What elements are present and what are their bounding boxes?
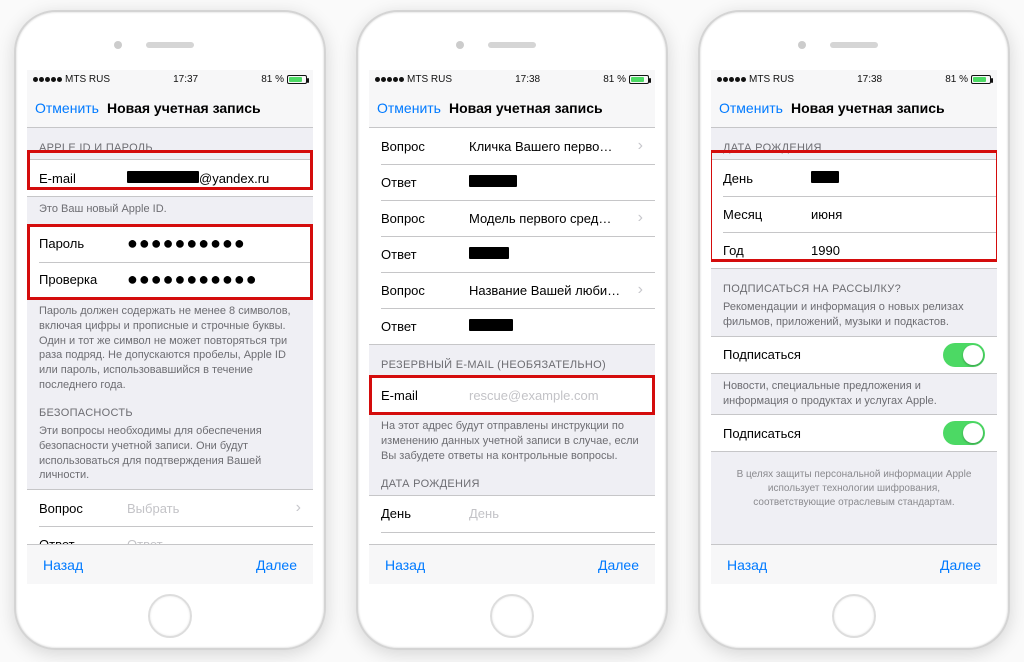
- email-note: Это Ваш новый Apple ID.: [27, 197, 313, 217]
- cancel-button[interactable]: Отменить: [35, 100, 99, 116]
- next-button[interactable]: Далее: [940, 557, 981, 573]
- privacy-note: В целях защиты персональной информации A…: [711, 452, 997, 526]
- home-button[interactable]: [832, 594, 876, 638]
- toolbar: Назад Далее: [369, 544, 655, 584]
- page-title: Новая учетная запись: [791, 100, 945, 116]
- month-row[interactable]: Месяц июня: [711, 196, 997, 232]
- month-row[interactable]: Месяц Месяц: [369, 532, 655, 544]
- nav-bar: Отменить Новая учетная запись: [369, 88, 655, 128]
- subscribe-row-1[interactable]: Подписаться: [711, 337, 997, 373]
- chevron-right-icon: ›: [638, 209, 643, 227]
- question-row-3[interactable]: Вопрос Название Вашей люби… ›: [369, 272, 655, 308]
- battery-icon: [629, 75, 649, 84]
- question-row[interactable]: Вопрос Выбрать ›: [27, 490, 313, 526]
- answer-row-3[interactable]: Ответ: [369, 308, 655, 344]
- answer-row-2[interactable]: Ответ: [369, 236, 655, 272]
- day-row[interactable]: День: [711, 160, 997, 196]
- answer-row-1[interactable]: Ответ: [369, 164, 655, 200]
- section-header-rescue: РЕЗЕРВНЫЙ E-MAIL (НЕОБЯЗАТЕЛЬНО): [369, 345, 655, 376]
- section-header-security: БЕЗОПАСНОСТЬ: [27, 393, 313, 424]
- toolbar: Назад Далее: [711, 544, 997, 584]
- password-row[interactable]: Пароль ●●●●●●●●●●: [27, 226, 313, 262]
- sub-note-2: Новости, специальные предложения и инфор…: [711, 374, 997, 409]
- status-time: 17:38: [857, 74, 882, 85]
- page-title: Новая учетная запись: [449, 100, 603, 116]
- chevron-right-icon: ›: [638, 137, 643, 155]
- subscribe-row-2[interactable]: Подписаться: [711, 415, 997, 451]
- year-row[interactable]: Год 1990: [711, 232, 997, 268]
- section-header-appleid: APPLE ID И ПАРОЛЬ: [27, 128, 313, 159]
- verify-row[interactable]: Проверка ●●●●●●●●●●●: [27, 262, 313, 298]
- cancel-button[interactable]: Отменить: [377, 100, 441, 116]
- toggle-switch[interactable]: [943, 421, 985, 445]
- security-note: Эти вопросы необходимы для обеспечения б…: [27, 424, 313, 483]
- toggle-switch[interactable]: [943, 343, 985, 367]
- battery-icon: [287, 75, 307, 84]
- section-header-dob: ДАТА РОЖДЕНИЯ: [369, 464, 655, 495]
- section-header-dob: ДАТА РОЖДЕНИЯ: [711, 128, 997, 159]
- question-row-1[interactable]: Вопрос Кличка Вашего перво… ›: [369, 128, 655, 164]
- status-bar: MTS RUS 17:37 81 %: [27, 70, 313, 88]
- back-button[interactable]: Назад: [727, 557, 767, 573]
- back-button[interactable]: Назад: [43, 557, 83, 573]
- phone-1: MTS RUS 17:37 81 % Отменить Новая учетна…: [14, 10, 326, 650]
- status-time: 17:37: [173, 74, 198, 85]
- answer-row[interactable]: Ответ Ответ: [27, 526, 313, 544]
- chevron-right-icon: ›: [296, 499, 301, 517]
- day-row[interactable]: День День: [369, 496, 655, 532]
- phone-2: MTS RUS 17:38 81 % Отменить Новая учетна…: [356, 10, 668, 650]
- chevron-right-icon: ›: [638, 281, 643, 299]
- question-row-2[interactable]: Вопрос Модель первого сред… ›: [369, 200, 655, 236]
- rescue-note: На этот адрес будут отправлены инструкци…: [369, 414, 655, 464]
- cancel-button[interactable]: Отменить: [719, 100, 783, 116]
- status-time: 17:38: [515, 74, 540, 85]
- rescue-email-row[interactable]: E-mail rescue@example.com: [369, 377, 655, 413]
- status-bar: MTS RUS 17:38 81 %: [369, 70, 655, 88]
- next-button[interactable]: Далее: [598, 557, 639, 573]
- home-button[interactable]: [490, 594, 534, 638]
- password-note: Пароль должен содержать не менее 8 симво…: [27, 299, 313, 393]
- next-button[interactable]: Далее: [256, 557, 297, 573]
- status-bar: MTS RUS 17:38 81 %: [711, 70, 997, 88]
- email-row[interactable]: E-mail @yandex.ru: [27, 160, 313, 196]
- nav-bar: Отменить Новая учетная запись: [711, 88, 997, 128]
- battery-icon: [971, 75, 991, 84]
- nav-bar: Отменить Новая учетная запись: [27, 88, 313, 128]
- toolbar: Назад Далее: [27, 544, 313, 584]
- home-button[interactable]: [148, 594, 192, 638]
- section-header-subscribe: ПОДПИСАТЬСЯ НА РАССЫЛКУ?: [711, 269, 997, 300]
- sub-note-1: Рекомендации и информация о новых релиза…: [711, 300, 997, 330]
- back-button[interactable]: Назад: [385, 557, 425, 573]
- page-title: Новая учетная запись: [107, 100, 261, 116]
- phone-3: MTS RUS 17:38 81 % Отменить Новая учетна…: [698, 10, 1010, 650]
